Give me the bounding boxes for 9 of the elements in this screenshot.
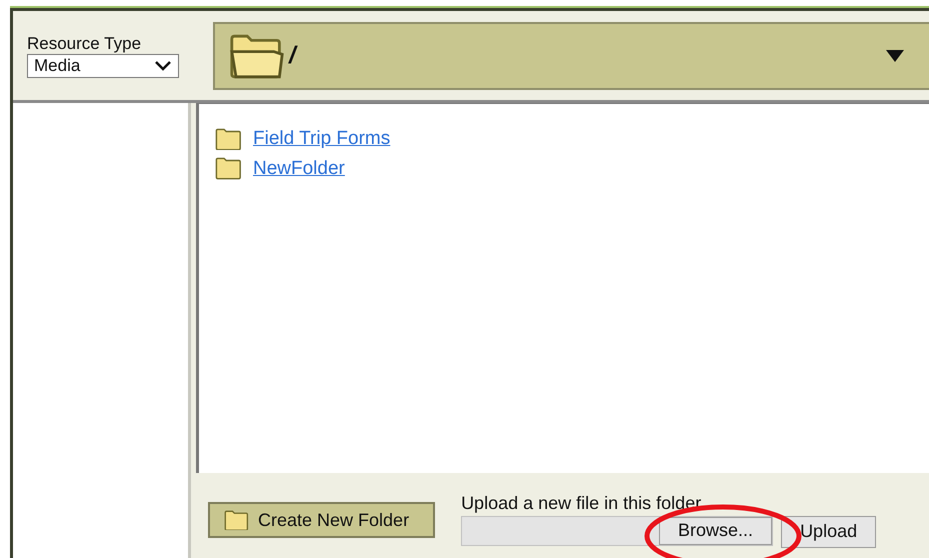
create-folder-button[interactable]: Create New Folder (208, 502, 436, 538)
browse-button[interactable]: Browse... (659, 516, 772, 544)
path-dropdown[interactable]: / (213, 22, 929, 90)
field-label: Resource Type (27, 34, 142, 54)
upload-button[interactable]: Upload (781, 516, 876, 548)
resource-type-select[interactable]: Media (27, 54, 179, 78)
folder-link[interactable]: NewFolder (253, 158, 345, 180)
folder-link[interactable]: Field Trip Forms (253, 128, 390, 150)
file-input-field[interactable]: Browse... (461, 516, 774, 546)
